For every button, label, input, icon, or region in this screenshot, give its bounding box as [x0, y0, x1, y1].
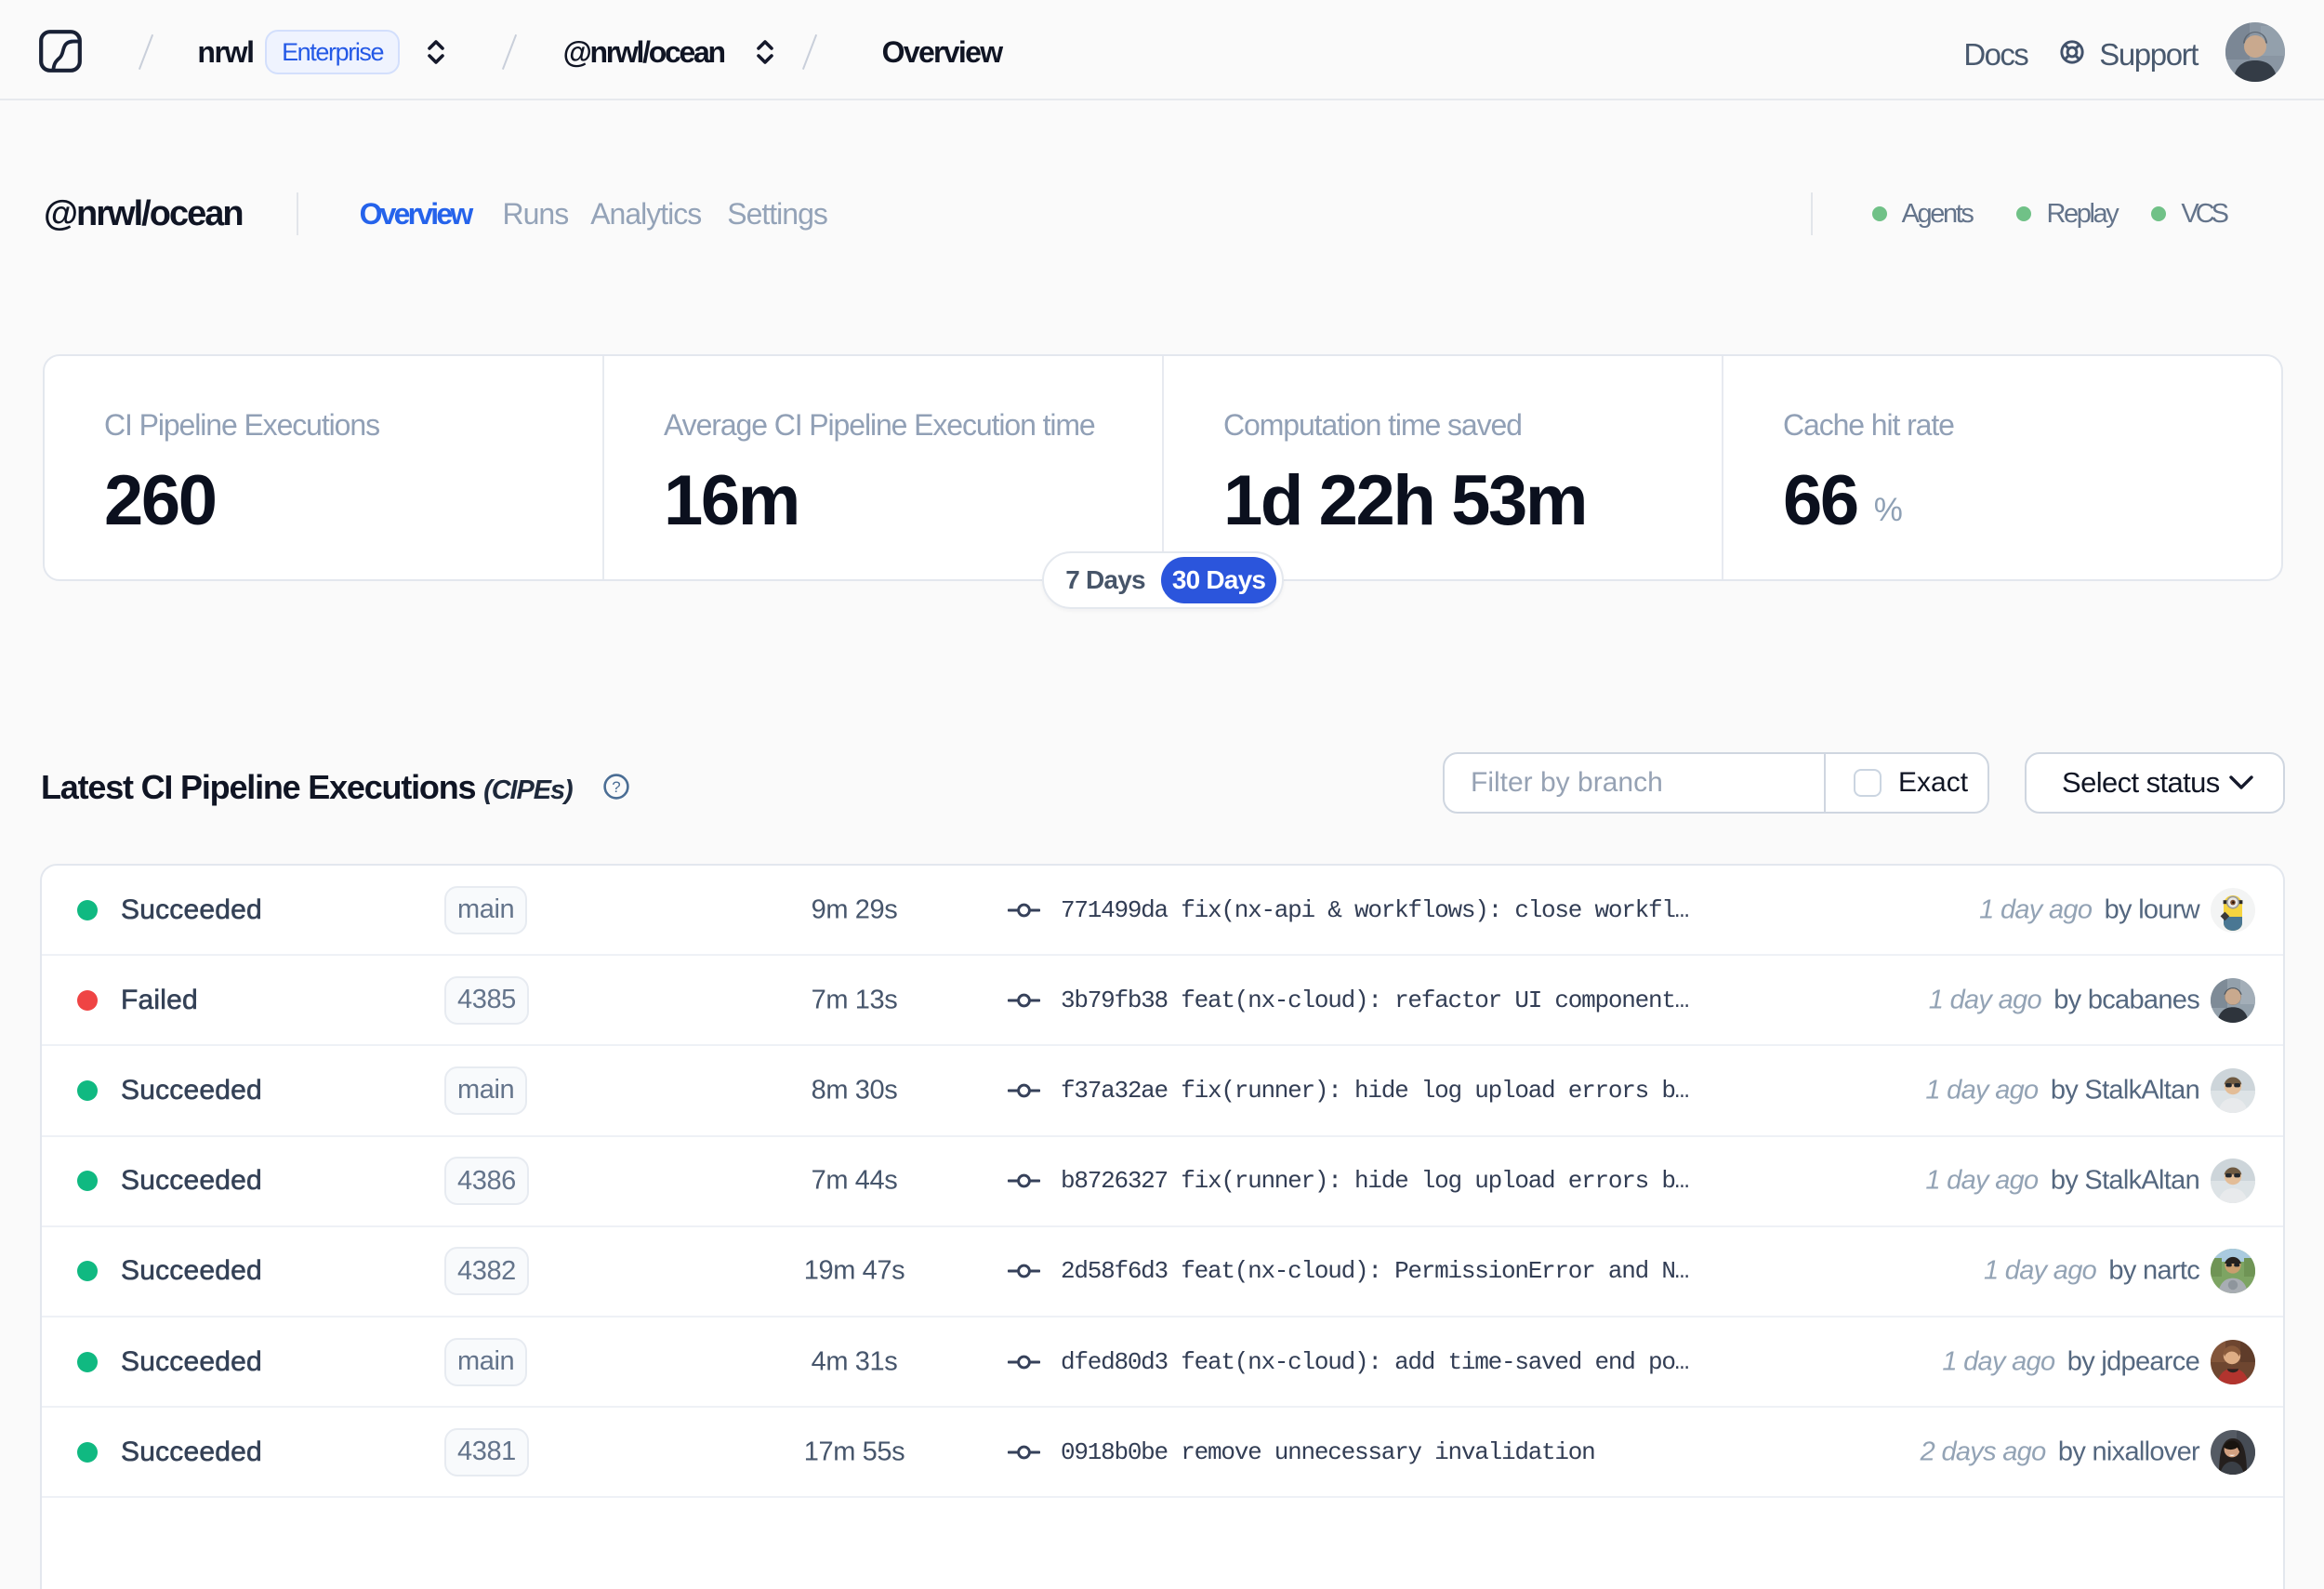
svg-text:?: ?: [612, 778, 620, 796]
